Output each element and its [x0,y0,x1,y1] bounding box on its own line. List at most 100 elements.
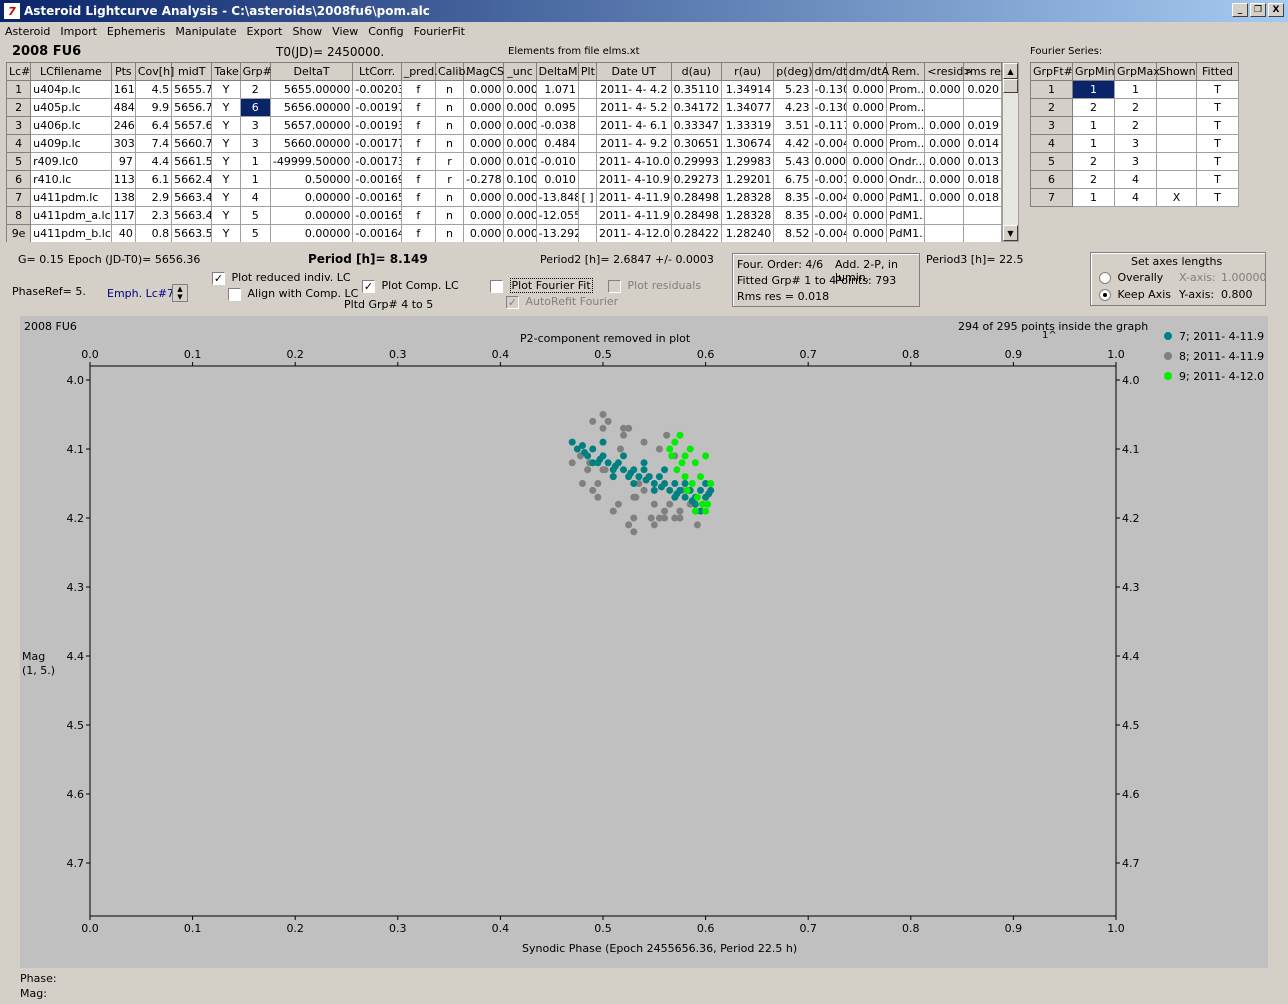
lc-col-header[interactable]: p(deg) [773,62,813,81]
lc-table-cell[interactable]: f [400,206,436,225]
lc-table-cell[interactable]: 303 [110,134,136,153]
fourier-table-row[interactable]: 111T [1030,80,1239,99]
lc-table-cell[interactable]: 0.000 [845,188,888,207]
lc-table-cell[interactable]: 0.000 [845,152,888,171]
lc-table-cell[interactable]: 5663.4 [171,206,213,225]
fourier-table-cell[interactable]: 2 [1072,98,1115,117]
lc-table-cell[interactable]: 0.28498 [670,188,722,207]
lc-table-cell[interactable]: 1.28328 [720,206,775,225]
lc-table-cell[interactable]: -0.00173 [352,152,402,171]
lc-table-cell[interactable]: Prom... [886,98,926,117]
keep-axis-radio[interactable] [1099,289,1111,301]
lc-table-cell[interactable]: n [434,134,465,153]
lc-table-cell[interactable]: 0.000 [463,224,505,242]
lc-table-cell[interactable]: r410.lc [30,170,112,189]
fourier-row-header[interactable]: 7 [1030,188,1073,207]
lc-table-cell[interactable]: 0.100 [503,170,537,189]
lc-row-header[interactable]: 9e [6,224,32,242]
lc-table-cell[interactable]: 6.1 [134,170,173,189]
lc-table-cell[interactable]: -0.278 [463,170,505,189]
scroll-up-button[interactable]: ▲ [1003,63,1018,79]
lc-table-cell[interactable]: r [434,170,465,189]
fourier-table-cell[interactable]: T [1196,134,1239,153]
lc-table-cell[interactable]: 6 [239,98,271,117]
lc-table-cell[interactable]: 0.00000 [269,188,354,207]
lc-table-cell[interactable]: 1.33319 [720,116,775,135]
lc-table-cell[interactable]: f [400,98,436,117]
fourier-table-cell[interactable]: 2 [1072,152,1115,171]
lc-table-cell[interactable]: 1.34077 [720,98,775,117]
lc-table-cell[interactable]: -0.010 [535,152,579,171]
lc-table-cell[interactable]: 5656.7 [171,98,213,117]
lc-table-cell[interactable]: 113 [110,170,136,189]
lc-table-cell[interactable]: n [434,98,465,117]
lc-table-cell[interactable]: 0.50000 [269,170,354,189]
lc-table-cell[interactable]: -0.00165 [352,188,402,207]
lc-table-cell[interactable]: 4.5 [134,80,173,99]
lc-table-cell[interactable]: 0.29993 [670,152,722,171]
lc-table-cell[interactable]: n [434,206,465,225]
menu-show[interactable]: Show [287,23,327,42]
lc-col-header[interactable]: Calib. [434,62,469,81]
align-comp-checkbox[interactable] [228,287,241,301]
lc-table-cell[interactable]: n [434,188,465,207]
lc-table-cell[interactable]: 2.9 [134,188,173,207]
lc-table-cell[interactable] [577,134,598,153]
lc-table-cell[interactable]: Y [211,152,241,171]
lc-table-cell[interactable]: 0.000 [503,80,537,99]
lightcurve-chart[interactable]: 0.0 0.0 0.1 0.1 0.2 0.2 0.3 0.3 0.4 0.4 0.5 0.5 0.6 0… [20,316,1268,968]
lc-table-cell[interactable]: -0.038 [535,116,579,135]
lc-table-cell[interactable]: 5662.4 [171,170,213,189]
lc-table-cell[interactable] [962,206,1002,225]
lc-table-cell[interactable]: 4.42 [773,134,813,153]
lc-table-row[interactable]: 8 u411pdm_a.lc 117 2.3 5663.4 Y 5 0.00000 -0.001… [6,206,1002,225]
lc-table-cell[interactable]: 4 [239,188,271,207]
lc-table-cell[interactable]: 1.29201 [720,170,775,189]
lc-table-cell[interactable]: -0.004 [811,188,847,207]
fourier-table-cell[interactable] [1156,134,1197,153]
lc-table-cell[interactable]: 1.29983 [720,152,775,171]
lc-table-cell[interactable] [577,206,598,225]
lc-table-cell[interactable]: 1 [239,152,271,171]
lc-table-scrollbar[interactable]: ▲ ▼ [1002,62,1019,242]
lc-table-cell[interactable] [577,98,598,117]
lc-table-cell[interactable]: f [400,224,436,242]
plot-comp-row[interactable]: ✓ Plot Comp. LC [362,279,459,293]
lc-table-cell[interactable]: 0.000 [503,206,537,225]
lc-table-cell[interactable]: -0.00193 [352,116,402,135]
lc-table-cell[interactable]: 0.000 [463,188,505,207]
lc-table-cell[interactable]: 0.010 [535,170,579,189]
lc-table-cell[interactable]: 0.000 [845,224,888,242]
fourier-row-header[interactable]: 4 [1030,134,1073,153]
lc-table-cell[interactable] [962,98,1002,117]
lc-table-cell[interactable]: 0.000 [845,98,888,117]
lc-table-cell[interactable] [924,98,964,117]
lc-table-cell[interactable]: PdM1... [886,188,926,207]
lc-table-cell[interactable]: 1.28328 [720,188,775,207]
lc-table-cell[interactable]: 0.000 [845,134,888,153]
lc-table-cell[interactable]: 138 [110,188,136,207]
lc-table-row[interactable]: 9e u411pdm_b.lc 40 0.8 5663.5 Y 5 0.00000 -0.001… [6,224,1002,242]
overally-radio[interactable] [1099,272,1111,284]
lc-table-cell[interactable]: 0.000 [463,98,505,117]
lc-col-header[interactable]: _pred. [400,62,438,81]
fourier-table-cell[interactable] [1156,116,1197,135]
fourier-table-cell[interactable]: 2 [1072,170,1115,189]
lc-table-cell[interactable]: Ondr... [886,152,926,171]
lc-table-cell[interactable]: 0.000 [463,134,505,153]
fourier-table-row[interactable]: 413 T [1030,134,1239,153]
scroll-thumb[interactable] [1003,79,1018,93]
fourier-table-cell[interactable]: 4 [1114,188,1157,207]
lc-table-cell[interactable] [577,152,598,171]
lc-table-cell[interactable]: 6.75 [773,170,813,189]
lc-table-cell[interactable]: 0.000 [503,188,537,207]
lc-table-cell[interactable]: -49999.50000 [269,152,354,171]
lc-table-cell[interactable]: 0.8 [134,224,173,242]
restore-button[interactable]: ❐ [1250,3,1266,17]
lc-table-cell[interactable]: 0.000 [924,134,964,153]
lc-table-cell[interactable]: 40 [110,224,136,242]
lc-col-header[interactable]: Take [211,62,241,81]
lc-col-header[interactable]: dm/dt [811,62,847,81]
lc-table-cell[interactable]: 5655.7 [171,80,213,99]
lc-table-cell[interactable]: PdM1... [886,224,926,242]
